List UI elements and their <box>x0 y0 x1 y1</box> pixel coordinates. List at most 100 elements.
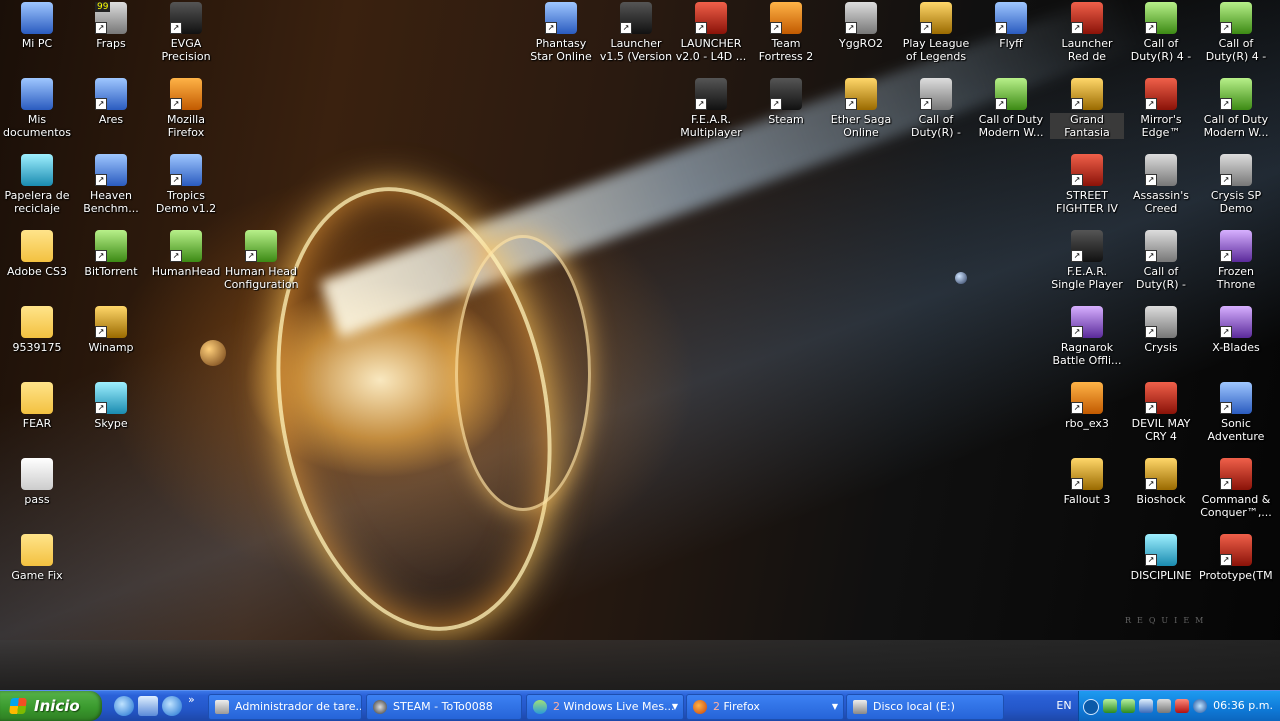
desktop-shortcut[interactable]: Papelera de reciclaje <box>0 154 74 215</box>
desktop-shortcut-label: Assassin's Creed <box>1133 189 1189 215</box>
mw2-icon: ↗ <box>1220 78 1252 110</box>
task-local-disk[interactable]: Disco local (E:) <box>846 694 1004 720</box>
desktop-shortcut[interactable]: FEAR <box>0 382 74 430</box>
signal-strength-icon[interactable] <box>1121 699 1135 713</box>
desktop-shortcut[interactable]: ↗ Winamp <box>74 306 148 354</box>
desktop-shortcut[interactable]: ↗ Call of Duty Modern W... <box>974 78 1048 139</box>
desktop-shortcut[interactable]: ↗ Flyff <box>974 2 1048 50</box>
desktop-shortcut[interactable]: ↗ Ares <box>74 78 148 126</box>
task-group-messenger[interactable]: 2 Windows Live Mes... ▼ <box>526 694 684 720</box>
task-steam[interactable]: STEAM - ToTo0088 <box>366 694 522 720</box>
desktop-shortcut-label: Call of Duty(R) - World at ... <box>1136 265 1186 291</box>
desktop-shortcut-label: Tropics Demo v1.2 <box>155 189 217 215</box>
language-indicator[interactable]: EN <box>1050 691 1078 721</box>
desktop-shortcut[interactable]: ↗ STREET FIGHTER IV <box>1050 154 1124 215</box>
desktop-shortcut[interactable]: ↗ Call of Duty(R) 4 - Modern ... <box>1199 2 1273 63</box>
desktop-shortcut[interactable]: ↗ Crysis <box>1124 306 1198 354</box>
desktop-shortcut[interactable]: Mis documentos <box>0 78 74 139</box>
desktop-shortcut[interactable]: ↗ Skype <box>74 382 148 430</box>
wallpaper-signature: REQUIEM <box>1125 616 1210 625</box>
desktop-shortcut[interactable]: ↗ rbo_ex3 <box>1050 382 1124 430</box>
internet-explorer-icon[interactable] <box>162 696 182 716</box>
task-group-firefox[interactable]: 2 Firefox ▼ <box>686 694 844 720</box>
shortcut-arrow-icon: ↗ <box>1145 402 1157 414</box>
desktop-shortcut[interactable]: ↗ Command & Conquer™,... <box>1199 458 1273 519</box>
desktop-shortcut[interactable]: ↗ HumanHead <box>149 230 223 278</box>
show-desktop-icon[interactable] <box>138 696 158 716</box>
desktop-shortcut[interactable]: ↗ Call of Duty(R) - World at ... <box>1124 230 1198 291</box>
antivirus-icon[interactable] <box>1175 699 1189 713</box>
mirrors-edge-icon: ↗ <box>1145 78 1177 110</box>
desktop-shortcut[interactable]: ↗ DISCIPLINE <box>1124 534 1198 582</box>
shortcut-arrow-icon: ↗ <box>170 22 182 34</box>
mw2-icon: ↗ <box>995 78 1027 110</box>
shortcut-arrow-icon: ↗ <box>1145 174 1157 186</box>
desktop-shortcut[interactable]: ↗ Mozilla Firefox <box>149 78 223 139</box>
desktop-shortcut-label: Ether Saga Online <box>830 113 892 139</box>
desktop-shortcut[interactable]: ↗ Frozen Throne <box>1199 230 1273 291</box>
desktop-shortcut[interactable]: ↗ LAUNCHER v2.0 - L4D ... <box>674 2 748 63</box>
desktop-shortcut[interactable]: Mi PC <box>0 2 74 50</box>
desktop-shortcut[interactable]: ↗ Assassin's Creed <box>1124 154 1198 215</box>
desktop-shortcut[interactable]: ↗ Bioshock <box>1124 458 1198 506</box>
desktop-shortcut[interactable]: ↗ Fallout 3 <box>1050 458 1124 506</box>
system-tray: 06:36 p.m. <box>1078 691 1280 721</box>
shortcut-arrow-icon: ↗ <box>620 22 632 34</box>
desktop-shortcut-label: Flyff <box>999 37 1023 50</box>
pso-icon: ↗ <box>545 2 577 34</box>
desktop-shortcut[interactable]: ↗ Team Fortress 2 <box>749 2 823 63</box>
desktop-shortcut[interactable]: ↗ Heaven Benchm... <box>74 154 148 215</box>
desktop-shortcut[interactable]: ↗ Call of Duty Modern W... <box>1199 78 1273 139</box>
drive-icon <box>853 700 867 714</box>
security-shield-icon[interactable] <box>1193 699 1207 713</box>
start-button[interactable]: Inicio <box>0 691 102 721</box>
desktop-shortcut[interactable]: ↗ Sonic Adventure DX <box>1199 382 1273 443</box>
desktop-shortcut[interactable]: ↗ Tropics Demo v1.2 <box>149 154 223 215</box>
desktop-shortcut[interactable]: ↗ BitTorrent <box>74 230 148 278</box>
desktop-shortcut[interactable]: ↗ DEVIL MAY CRY 4 <box>1124 382 1198 443</box>
desktop-shortcut[interactable]: ↗ Ether Saga Online <box>824 78 898 139</box>
desktop-shortcut[interactable]: Game Fix <box>0 534 74 582</box>
shortcut-arrow-icon: ↗ <box>1145 478 1157 490</box>
shortcut-arrow-icon: ↗ <box>695 98 707 110</box>
display-icon[interactable] <box>1139 699 1153 713</box>
desktop-shortcut[interactable]: ↗ Steam <box>749 78 823 126</box>
desktop[interactable]: REQUIEM Mi PC 99 ↗ Fraps ↗ EVGA Precision Mis … <box>0 0 1280 690</box>
desktop-shortcut[interactable]: ↗ F.E.A.R. Multiplayer <box>674 78 748 139</box>
desktop-shortcut[interactable]: ↗ Launcher v1.5 (Version vie... <box>599 2 673 63</box>
desktop-shortcut[interactable]: pass <box>0 458 74 506</box>
task-task-manager[interactable]: Administrador de tare... <box>208 694 362 720</box>
desktop-shortcut[interactable]: 9539175 <box>0 306 74 354</box>
shortcut-arrow-icon: ↗ <box>545 22 557 34</box>
desktop-shortcut[interactable]: ↗ YggRO2 <box>824 2 898 50</box>
network-icon[interactable] <box>1103 699 1117 713</box>
desktop-shortcut[interactable]: ↗ Prototype(TM) <box>1199 534 1273 582</box>
desktop-shortcut[interactable]: ↗ Ragnarok Battle Offli... <box>1050 306 1124 367</box>
desktop-shortcut[interactable]: ↗ Grand Fantasia <box>1050 78 1124 139</box>
desktop-shortcut[interactable]: ↗ Human Head Configuration <box>224 230 298 291</box>
shortcut-arrow-icon: ↗ <box>1145 250 1157 262</box>
desktop-shortcut[interactable]: ↗ EVGA Precision <box>149 2 223 63</box>
volume-icon[interactable] <box>1157 699 1171 713</box>
desktop-shortcut-label: HumanHead <box>151 265 221 278</box>
desktop-shortcut-label: Mirror's Edge™ <box>1140 113 1182 139</box>
folder-icon <box>21 230 53 262</box>
desktop-shortcut[interactable]: ↗ Phantasy Star Online Blue ... <box>524 2 598 63</box>
tray-expand-icon[interactable] <box>1083 699 1099 715</box>
desktop-shortcut[interactable]: ↗ Mirror's Edge™ <box>1124 78 1198 139</box>
desktop-shortcut[interactable]: Adobe CS3 <box>0 230 74 278</box>
desktop-shortcut[interactable]: ↗ F.E.A.R. Single Player <box>1050 230 1124 291</box>
internet-explorer-icon[interactable] <box>114 696 134 716</box>
desktop-shortcut[interactable]: ↗ Play League of Legends <box>899 2 973 63</box>
desktop-shortcut[interactable]: ↗ Call of Duty(R) - World at ... <box>899 78 973 139</box>
desktop-shortcut[interactable]: ↗ Crysis SP Demo <box>1199 154 1273 215</box>
desktop-shortcut-label: EVGA Precision <box>161 37 211 63</box>
quick-launch-more-button[interactable]: » <box>188 693 195 706</box>
desktop-shortcut[interactable]: ↗ Launcher Red de Amigos ... <box>1050 2 1124 63</box>
my-computer-icon <box>21 2 53 34</box>
desktop-shortcut[interactable]: ↗ X-Blades <box>1199 306 1273 354</box>
clock[interactable]: 06:36 p.m. <box>1213 691 1273 721</box>
wallpaper-planet-ring <box>455 235 591 511</box>
desktop-shortcut[interactable]: 99 ↗ Fraps <box>74 2 148 50</box>
desktop-shortcut[interactable]: ↗ Call of Duty(R) 4 - Modern ... <box>1124 2 1198 63</box>
